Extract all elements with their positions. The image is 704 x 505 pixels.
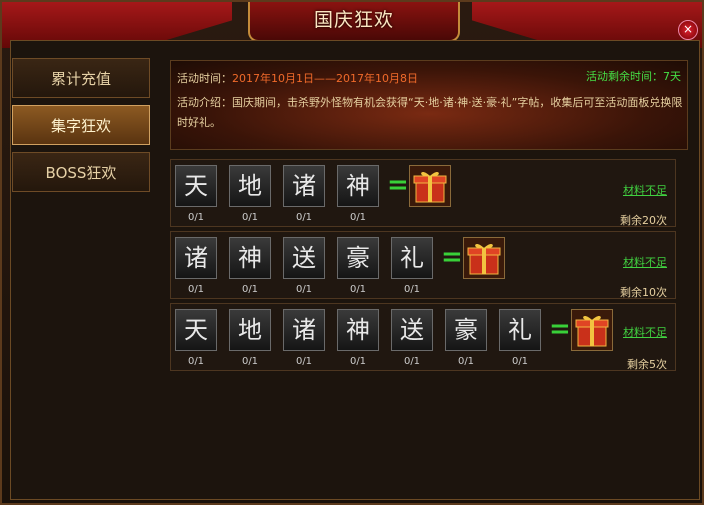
item-count: 0/1 <box>349 212 367 223</box>
exchange-row: 天 0/1 地 0/1 诸 0/1 神 0/1 送 0/1 豪 0/1 礼 0/1 = 材料不足剩余5次 <box>170 303 676 371</box>
event-time-label: 活动时间： <box>177 72 232 85</box>
character-item-slot[interactable]: 天 <box>175 165 217 207</box>
item-count: 0/1 <box>241 356 259 367</box>
item-count: 0/1 <box>241 212 259 223</box>
exchange-status-link[interactable]: 材料不足 <box>623 254 667 270</box>
sidebar-item-cumulative-recharge[interactable]: 累计充值 <box>12 58 150 98</box>
character-item-slot[interactable]: 送 <box>391 309 433 351</box>
character-item-slot[interactable]: 礼 <box>499 309 541 351</box>
sidebar-item-collect-characters[interactable]: 集字狂欢 <box>12 105 150 145</box>
item-count: 0/1 <box>295 212 313 223</box>
event-window: 国庆狂欢 × 累计充值 集字狂欢 BOSS狂欢 活动时间：2017年10月1日—… <box>0 0 704 505</box>
character-item-slot[interactable]: 礼 <box>391 237 433 279</box>
character-item-slot[interactable]: 诸 <box>283 309 325 351</box>
character-item-slot[interactable]: 神 <box>337 309 379 351</box>
item-count: 0/1 <box>349 356 367 367</box>
event-info-panel: 活动时间：2017年10月1日——2017年10月8日 活动剩余时间：7天 活动… <box>170 60 688 150</box>
exchange-status-link[interactable]: 材料不足 <box>623 324 667 340</box>
remaining-times: 剩余20次 <box>620 214 667 227</box>
equals-sign: = <box>441 242 463 272</box>
event-description: 活动介绍：国庆期间，击杀野外怪物有机会获得“天·地·诸·神·送·豪·礼”字帖，收… <box>177 96 683 129</box>
item-count: 0/1 <box>403 284 421 295</box>
item-count: 0/1 <box>187 356 205 367</box>
item-count: 0/1 <box>295 356 313 367</box>
item-count: 0/1 <box>457 356 475 367</box>
exchange-row: 天 0/1 地 0/1 诸 0/1 神 0/1 = 材料不足剩余20次 <box>170 159 676 227</box>
character-item-slot[interactable]: 地 <box>229 165 271 207</box>
gift-box-icon[interactable] <box>463 237 505 279</box>
sidebar-item-boss-carnival[interactable]: BOSS狂欢 <box>12 152 150 192</box>
item-count: 0/1 <box>187 212 205 223</box>
item-count: 0/1 <box>403 356 421 367</box>
character-item-slot[interactable]: 地 <box>229 309 271 351</box>
character-item-slot[interactable]: 豪 <box>445 309 487 351</box>
gift-box-icon[interactable] <box>409 165 451 207</box>
event-time: 活动时间：2017年10月1日——2017年10月8日 <box>177 70 418 86</box>
close-icon[interactable]: × <box>678 20 698 40</box>
remaining-times: 剩余10次 <box>620 286 667 299</box>
event-remaining-time: 活动剩余时间：7天 <box>586 70 681 83</box>
character-item-slot[interactable]: 神 <box>229 237 271 279</box>
character-item-slot[interactable]: 天 <box>175 309 217 351</box>
item-count: 0/1 <box>295 284 313 295</box>
exchange-row: 诸 0/1 神 0/1 送 0/1 豪 0/1 礼 0/1 = 材料不足剩余10次 <box>170 231 676 299</box>
item-count: 0/1 <box>511 356 529 367</box>
exchange-status-link[interactable]: 材料不足 <box>623 182 667 198</box>
item-count: 0/1 <box>187 284 205 295</box>
character-item-slot[interactable]: 神 <box>337 165 379 207</box>
window-title: 国庆狂欢 <box>313 9 394 31</box>
gift-box-icon[interactable] <box>571 309 613 351</box>
event-time-value: 2017年10月1日——2017年10月8日 <box>232 72 418 85</box>
character-item-slot[interactable]: 诸 <box>175 237 217 279</box>
character-item-slot[interactable]: 送 <box>283 237 325 279</box>
title-plate: 国庆狂欢 <box>248 2 460 42</box>
character-item-slot[interactable]: 诸 <box>283 165 325 207</box>
equals-sign: = <box>387 170 409 200</box>
remaining-times: 剩余5次 <box>627 358 667 371</box>
sidebar: 累计充值 集字狂欢 BOSS狂欢 <box>12 58 152 199</box>
item-count: 0/1 <box>241 284 259 295</box>
equals-sign: = <box>549 314 571 344</box>
item-count: 0/1 <box>349 284 367 295</box>
character-item-slot[interactable]: 豪 <box>337 237 379 279</box>
